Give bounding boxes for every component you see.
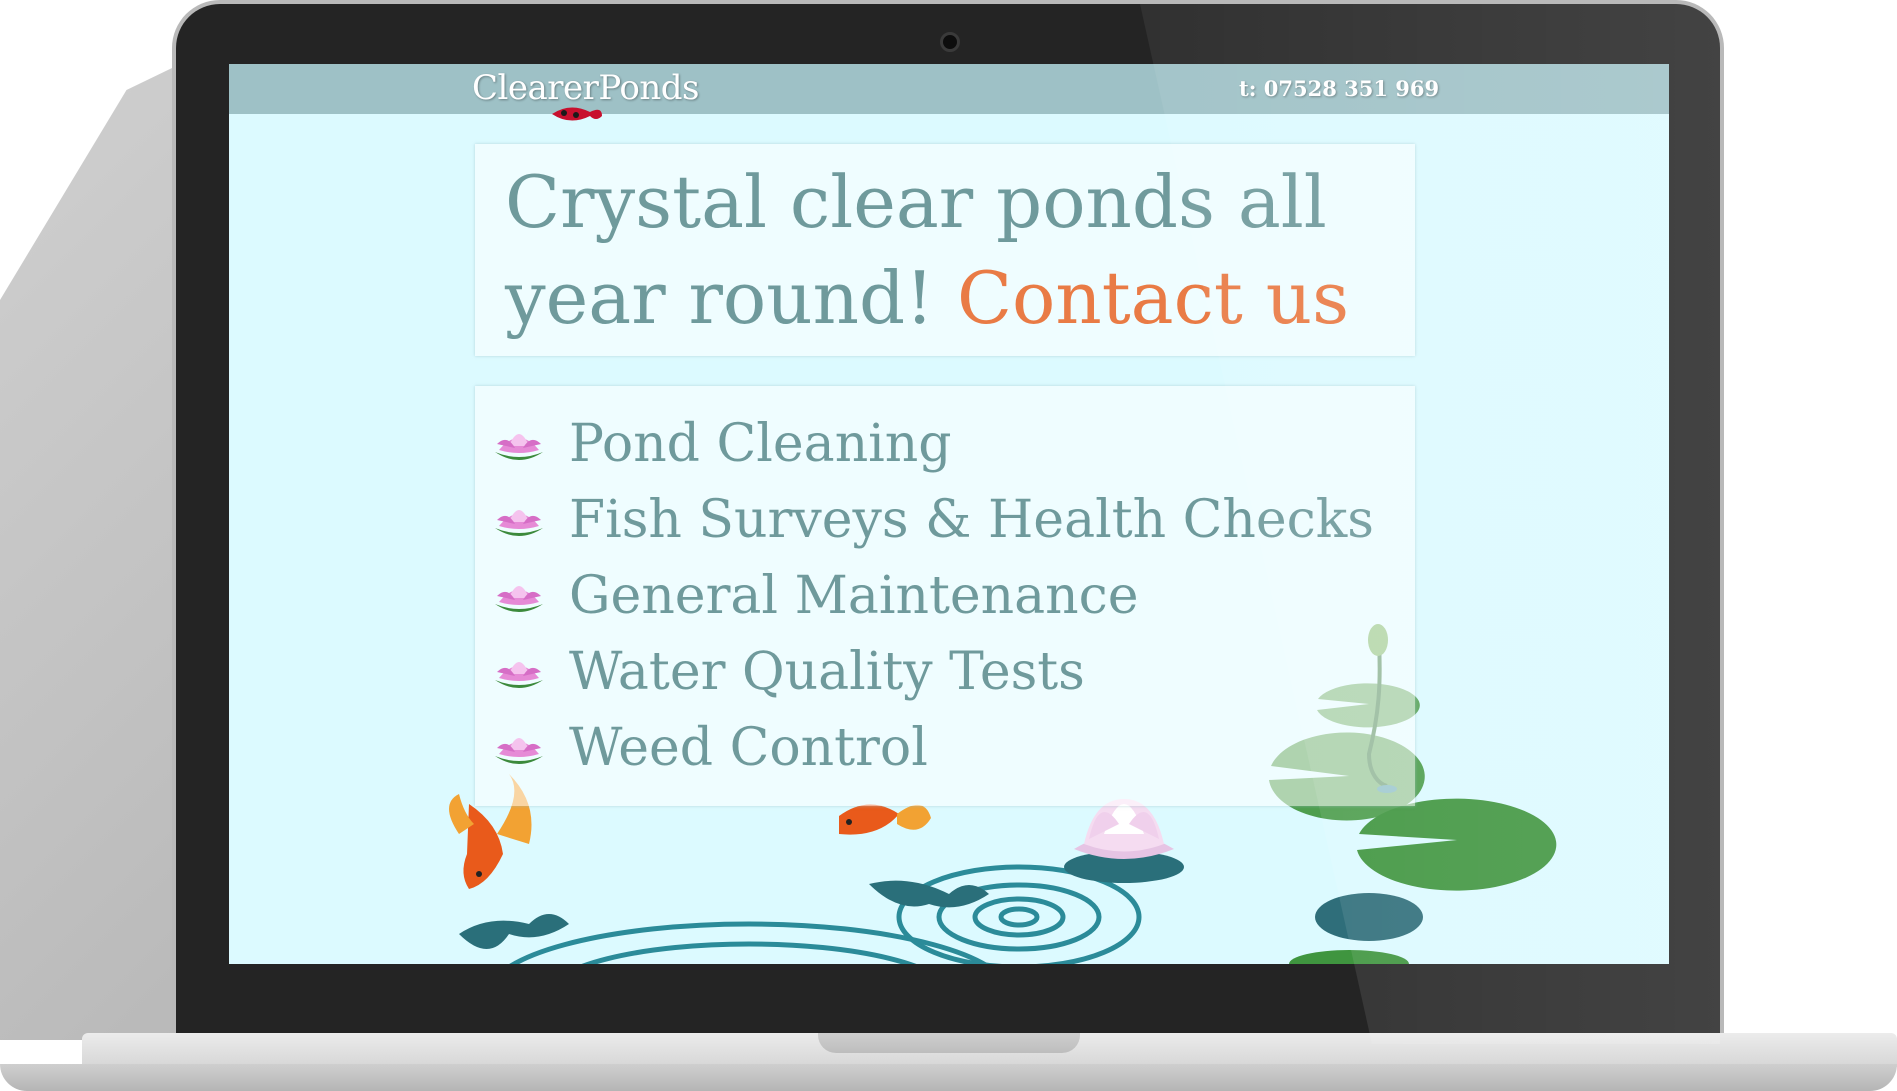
services-panel: Pond Cleaning Fish Surveys & Health Chec… bbox=[475, 386, 1415, 806]
lotus-icon bbox=[495, 510, 543, 536]
service-label: Pond Cleaning bbox=[569, 414, 952, 474]
service-label: Water Quality Tests bbox=[569, 642, 1085, 702]
browser-viewport: ClearerPonds t: 07528 351 969 Crystal cl… bbox=[229, 64, 1669, 964]
hero-heading: Crystal clear ponds all year round! Cont… bbox=[505, 154, 1405, 346]
laptop-base-edge bbox=[0, 1064, 1897, 1091]
list-item: Weed Control bbox=[493, 710, 1374, 786]
lotus-icon bbox=[495, 586, 543, 612]
phone-number[interactable]: t: 07528 351 969 bbox=[1239, 76, 1439, 101]
camera-icon bbox=[940, 32, 960, 52]
service-label: General Maintenance bbox=[569, 566, 1139, 626]
koi-logo-icon bbox=[552, 107, 602, 121]
hero-panel: Crystal clear ponds all year round! Cont… bbox=[475, 144, 1415, 356]
fish-shadow bbox=[869, 880, 989, 908]
laptop-notch bbox=[818, 1033, 1080, 1053]
lotus-icon bbox=[495, 662, 543, 688]
list-item: General Maintenance bbox=[493, 558, 1374, 634]
service-label: Weed Control bbox=[569, 718, 928, 778]
lotus-icon bbox=[495, 738, 543, 764]
lotus-flower bbox=[1064, 799, 1184, 883]
contact-us-link[interactable]: Contact us bbox=[957, 256, 1349, 340]
header-bar: ClearerPonds t: 07528 351 969 bbox=[229, 64, 1669, 121]
list-item: Pond Cleaning bbox=[493, 406, 1374, 482]
services-list: Pond Cleaning Fish Surveys & Health Chec… bbox=[493, 406, 1374, 786]
lotus-icon bbox=[495, 434, 543, 460]
list-item: Water Quality Tests bbox=[493, 634, 1374, 710]
service-label: Fish Surveys & Health Checks bbox=[569, 490, 1374, 550]
goldfish-right bbox=[839, 804, 931, 835]
list-item: Fish Surveys & Health Checks bbox=[493, 482, 1374, 558]
ripple-rings bbox=[509, 864, 1142, 964]
fish-shadow bbox=[459, 914, 569, 949]
